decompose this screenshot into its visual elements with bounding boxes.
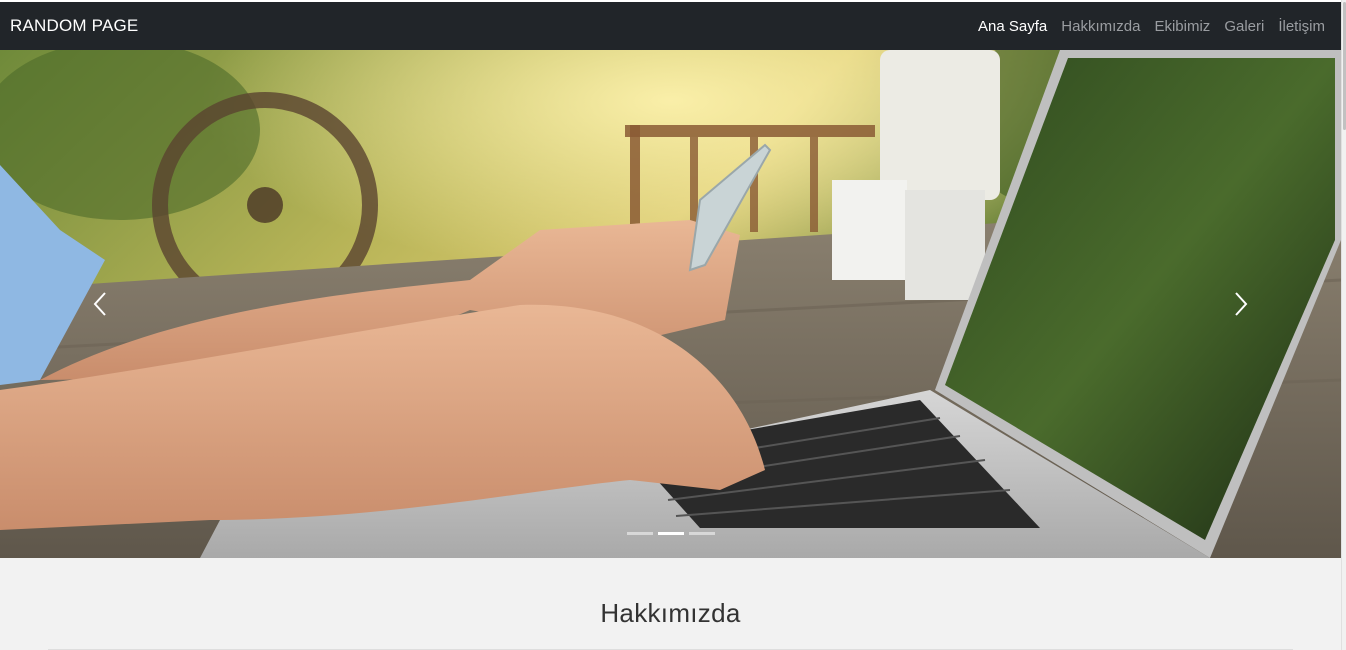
carousel-indicators xyxy=(627,532,715,535)
about-section-title: Hakkımızda xyxy=(600,598,741,628)
carousel-indicator-2[interactable] xyxy=(658,532,684,535)
nav-link-ana-sayfa[interactable]: Ana Sayfa xyxy=(978,18,1047,35)
carousel-prev-button[interactable] xyxy=(80,284,120,324)
page-scrollbar[interactable] xyxy=(1341,0,1346,650)
carousel-indicator-1[interactable] xyxy=(627,532,653,535)
about-section: Hakkımızda xyxy=(0,558,1341,650)
carousel-indicator-3[interactable] xyxy=(689,532,715,535)
nav-link-hakkimizda[interactable]: Hakkımızda xyxy=(1061,18,1140,35)
nav-link-iletisim[interactable]: İletişim xyxy=(1278,18,1325,35)
carousel-next-button[interactable] xyxy=(1221,284,1261,324)
hero-carousel xyxy=(0,50,1341,558)
hero-slide-image xyxy=(0,50,1341,558)
nav-link-galeri[interactable]: Galeri xyxy=(1224,18,1264,35)
nav-link-ekibimiz[interactable]: Ekibimiz xyxy=(1154,18,1210,35)
top-navbar: RANDOM PAGE Ana Sayfa Hakkımızda Ekibimi… xyxy=(0,2,1341,50)
chevron-left-icon xyxy=(93,292,106,316)
brand-logo[interactable]: RANDOM PAGE xyxy=(10,16,138,36)
nav-links: Ana Sayfa Hakkımızda Ekibimiz Galeri İle… xyxy=(978,18,1325,35)
chevron-right-icon xyxy=(1235,292,1248,316)
